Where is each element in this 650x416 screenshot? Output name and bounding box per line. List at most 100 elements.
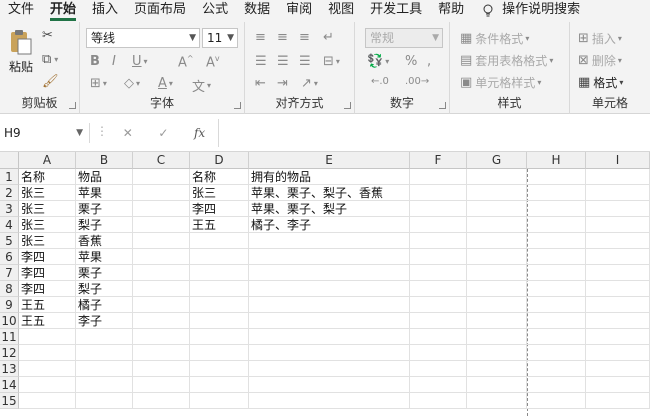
row-header-3[interactable]: 3 (0, 201, 19, 217)
cell-f6[interactable] (410, 249, 467, 265)
insert-cells-button[interactable]: ⊞ 插入 ▾ (578, 30, 622, 47)
cell-f9[interactable] (410, 297, 467, 313)
cell-i8[interactable] (586, 281, 650, 297)
number-launcher-icon[interactable] (439, 102, 446, 109)
cell-g11[interactable] (467, 329, 527, 345)
cell-i3[interactable] (586, 201, 650, 217)
cell-f13[interactable] (410, 361, 467, 377)
cell-b10[interactable]: 李子 (76, 313, 133, 329)
cell-i12[interactable] (586, 345, 650, 361)
cell-d15[interactable] (190, 393, 249, 409)
cell-c13[interactable] (133, 361, 190, 377)
cell-b12[interactable] (76, 345, 133, 361)
cell-i15[interactable] (586, 393, 650, 409)
cell-f11[interactable] (410, 329, 467, 345)
shrink-font-button[interactable]: Av (206, 54, 220, 70)
cell-b11[interactable] (76, 329, 133, 345)
cell-g7[interactable] (467, 265, 527, 281)
formula-input[interactable] (218, 119, 650, 147)
cell-d2[interactable]: 张三 (190, 185, 249, 201)
cell-d3[interactable]: 李四 (190, 201, 249, 217)
cell-f12[interactable] (410, 345, 467, 361)
cell-a8[interactable]: 李四 (19, 281, 76, 297)
cell-g4[interactable] (467, 217, 527, 233)
cell-g14[interactable] (467, 377, 527, 393)
cell-h5[interactable] (527, 233, 586, 249)
menu-formulas[interactable]: 公式 (194, 0, 236, 22)
cell-a2[interactable]: 张三 (19, 185, 76, 201)
cell-f10[interactable] (410, 313, 467, 329)
menu-help[interactable]: 帮助 (430, 0, 472, 22)
cell-a6[interactable]: 李四 (19, 249, 76, 265)
cell-g1[interactable] (467, 169, 527, 185)
accounting-button[interactable]: 💱 ▾ (367, 54, 389, 69)
menu-home[interactable]: 开始 (42, 0, 84, 22)
cell-a7[interactable]: 李四 (19, 265, 76, 281)
cell-i11[interactable] (586, 329, 650, 345)
row-header-5[interactable]: 5 (0, 233, 19, 249)
cell-i5[interactable] (586, 233, 650, 249)
row-header-6[interactable]: 6 (0, 249, 19, 265)
increase-decimal-button[interactable]: ←.0 (371, 76, 389, 87)
cell-h1[interactable] (527, 169, 586, 185)
cell-h3[interactable] (527, 201, 586, 217)
number-format-box[interactable]: 常规 ▼ (365, 28, 443, 48)
cell-b3[interactable]: 栗子 (76, 201, 133, 217)
cell-i10[interactable] (586, 313, 650, 329)
row-header-8[interactable]: 8 (0, 281, 19, 297)
cell-c7[interactable] (133, 265, 190, 281)
cell-i2[interactable] (586, 185, 650, 201)
cell-f8[interactable] (410, 281, 467, 297)
cell-c11[interactable] (133, 329, 190, 345)
menu-page-layout[interactable]: 页面布局 (126, 0, 194, 22)
column-header-f[interactable]: F (410, 152, 467, 169)
cell-f3[interactable] (410, 201, 467, 217)
cell-d8[interactable] (190, 281, 249, 297)
font-color-button[interactable]: A ▾ (158, 76, 173, 91)
cell-a1[interactable]: 名称 (19, 169, 76, 185)
row-header-15[interactable]: 15 (0, 393, 19, 409)
cell-e12[interactable] (249, 345, 410, 361)
cell-e3[interactable]: 苹果、栗子、梨子 (249, 201, 410, 217)
cell-h10[interactable] (527, 313, 586, 329)
cell-d13[interactable] (190, 361, 249, 377)
decrease-decimal-button[interactable]: .00→ (405, 76, 429, 87)
menu-review[interactable]: 审阅 (278, 0, 320, 22)
column-header-h[interactable]: H (527, 152, 586, 169)
cell-f15[interactable] (410, 393, 467, 409)
column-header-e[interactable]: E (249, 152, 410, 169)
row-header-12[interactable]: 12 (0, 345, 19, 361)
conditional-format-button[interactable]: ▦ 条件格式 ▾ (460, 30, 529, 47)
cell-c10[interactable] (133, 313, 190, 329)
cell-b6[interactable]: 苹果 (76, 249, 133, 265)
cell-e2[interactable]: 苹果、栗子、梨子、香蕉 (249, 185, 410, 201)
cell-e6[interactable] (249, 249, 410, 265)
cell-i14[interactable] (586, 377, 650, 393)
menu-developer[interactable]: 开发工具 (362, 0, 430, 22)
format-cells-button[interactable]: ▦ 格式 ▾ (578, 74, 623, 91)
cell-e4[interactable]: 橘子、李子 (249, 217, 410, 233)
cell-b5[interactable]: 香蕉 (76, 233, 133, 249)
align-bottom-button[interactable]: ≡ (299, 30, 310, 45)
cell-b13[interactable] (76, 361, 133, 377)
menu-data[interactable]: 数据 (236, 0, 278, 22)
cell-d11[interactable] (190, 329, 249, 345)
cell-a12[interactable] (19, 345, 76, 361)
cell-c9[interactable] (133, 297, 190, 313)
sheet-grid[interactable]: A B C D E F G H I 1 名称 物品 名称 拥有的物品 2 张三 苹果 张三 苹果、栗子、梨子、香蕉 3… (0, 152, 650, 416)
column-header-i[interactable]: I (586, 152, 650, 169)
row-header-1[interactable]: 1 (0, 169, 19, 185)
cell-d10[interactable] (190, 313, 249, 329)
cut-button[interactable]: ✂ (42, 28, 53, 43)
cell-c1[interactable] (133, 169, 190, 185)
font-name-box[interactable]: 等线 ▼ (86, 28, 200, 48)
cell-c3[interactable] (133, 201, 190, 217)
cell-g2[interactable] (467, 185, 527, 201)
cell-h8[interactable] (527, 281, 586, 297)
menu-file[interactable]: 文件 (0, 0, 42, 22)
cell-a4[interactable]: 张三 (19, 217, 76, 233)
wrap-text-button[interactable]: ↵ (323, 30, 334, 45)
cell-e5[interactable] (249, 233, 410, 249)
column-header-b[interactable]: B (76, 152, 133, 169)
comma-button[interactable]: , (427, 54, 431, 69)
